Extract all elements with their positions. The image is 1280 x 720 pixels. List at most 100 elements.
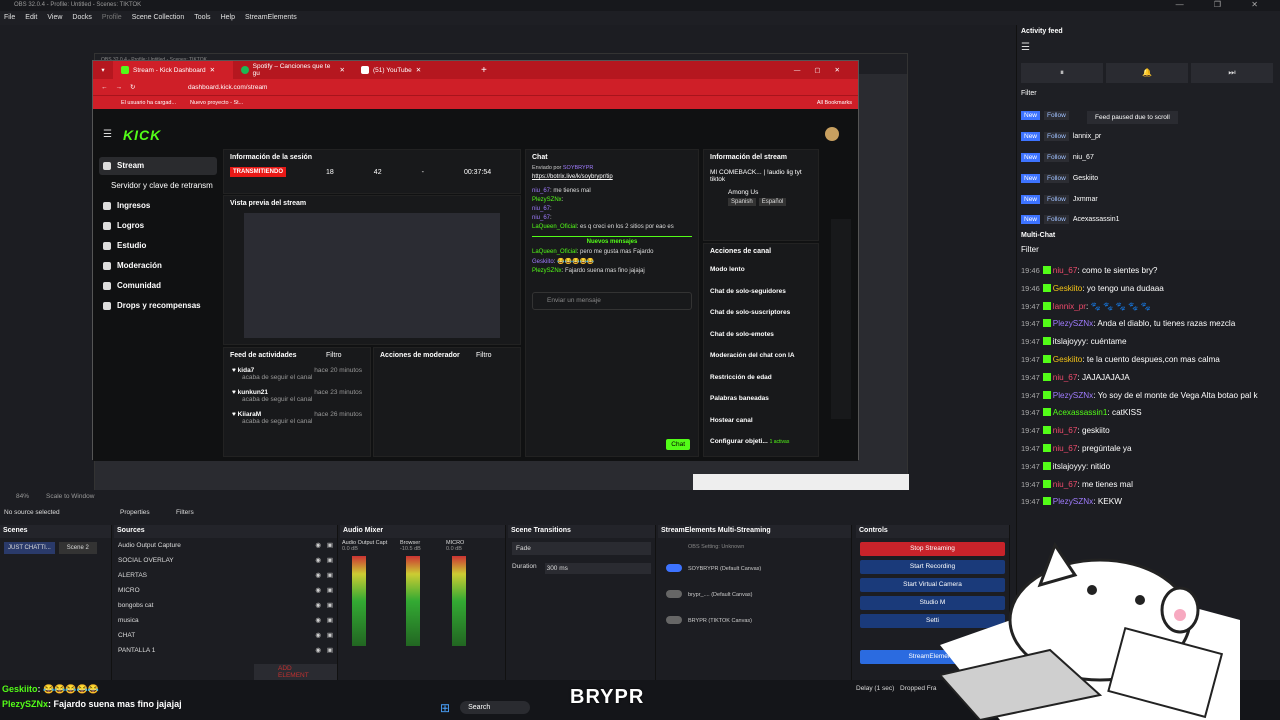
feed-filter[interactable]: Filter xyxy=(1021,90,1037,97)
lock-icon: ▣ xyxy=(326,602,333,609)
sidebar-item-server[interactable]: Servidor y clave de retransm xyxy=(111,181,213,190)
menu-profile[interactable]: Profile xyxy=(102,11,122,25)
menu-docks[interactable]: Docks xyxy=(72,11,91,25)
windows-start-icon[interactable]: ⊞ xyxy=(440,701,450,715)
pinned-link[interactable]: https://botrix.live/k/soybrypr/tip xyxy=(532,174,692,180)
action-ai-mod[interactable]: Moderación del chat con IA xyxy=(710,345,812,367)
preview-video[interactable] xyxy=(244,213,500,338)
toggle-on[interactable] xyxy=(666,564,682,572)
address-bar[interactable]: ←→↻ dashboard.kick.com/stream xyxy=(93,79,858,95)
source-item[interactable]: MICRO ◉ ▣ xyxy=(114,583,337,598)
quick-tools-rail[interactable] xyxy=(831,219,851,419)
action-banned-words[interactable]: Palabras baneadas xyxy=(710,388,812,410)
source-item[interactable]: bongobs cat ◉ ▣ xyxy=(114,598,337,613)
properties-button[interactable]: Properties xyxy=(120,509,150,516)
sidebar-item-estudio[interactable]: Estudio xyxy=(103,241,146,250)
action-age-restriction[interactable]: Restricción de edad xyxy=(710,367,812,389)
followers-count: 42 xyxy=(373,168,382,176)
multistream-dock: StreamElements Multi-Streaming OBS Setti… xyxy=(658,525,852,680)
close-icon[interactable]: ✕ xyxy=(416,66,421,74)
scene-item[interactable]: JUST CHATTI... xyxy=(4,542,55,554)
menu-streamelements[interactable]: StreamElements xyxy=(245,11,297,25)
menu-view[interactable]: View xyxy=(47,11,62,25)
lock-icon: ▣ xyxy=(326,587,333,594)
preview-canvas[interactable]: OBS 32.0.4 - Profile: Untitled - Scenes:… xyxy=(0,25,1010,512)
action-emotes-only[interactable]: Chat de solo-emotes xyxy=(710,324,812,346)
filters-button[interactable]: Filters xyxy=(176,509,194,516)
action-subs-only[interactable]: Chat de solo-suscriptores xyxy=(710,302,812,324)
hamburger-icon[interactable]: ☰ xyxy=(1021,42,1030,53)
action-goals[interactable]: Configurar objeti... 1 activas xyxy=(710,431,812,454)
zoom-level[interactable]: 84% xyxy=(16,493,29,500)
avatar[interactable] xyxy=(825,127,839,141)
source-item[interactable]: Audio Output Capture ◉ ▣ xyxy=(114,538,337,553)
sidebar-item-ingresos[interactable]: Ingresos xyxy=(103,201,150,210)
mixer-channel: MICRO 0.0 dB xyxy=(446,540,486,650)
menu-scene-collection[interactable]: Scene Collection xyxy=(132,11,185,25)
multichat-line: 19:47 PlezySZNx: Anda el diablo, tu tiene… xyxy=(1021,319,1236,329)
source-item[interactable]: CHAT ◉ ▣ xyxy=(114,628,337,643)
source-item[interactable]: PANTALLA 1 ◉ ▣ xyxy=(114,643,337,658)
bookmark-2[interactable]: Nuevo proyecto - St... xyxy=(190,100,243,106)
mod-actions-filter[interactable]: Filtro xyxy=(476,352,492,359)
chat-input[interactable]: Enviar un mensaje xyxy=(532,292,692,310)
action-followers-only[interactable]: Chat de solo-seguidores xyxy=(710,281,812,303)
eye-icon: ◉ xyxy=(315,647,321,654)
close-icon[interactable]: ✕ xyxy=(340,66,345,74)
multichat-filter[interactable]: Filter xyxy=(1017,241,1280,258)
tab-menu-icon[interactable]: ▾ xyxy=(93,66,113,74)
nav-buttons[interactable]: ←→↻ xyxy=(101,83,143,91)
sidebar-item-stream[interactable]: Stream xyxy=(103,161,144,170)
skip-icon[interactable]: ⏭ xyxy=(1191,63,1273,83)
feed-row: New Follow xyxy=(1021,111,1069,120)
kick-favicon-icon xyxy=(121,66,129,74)
action-host[interactable]: Hostear canal xyxy=(710,410,812,432)
menu-file[interactable]: File xyxy=(4,11,15,25)
toggle-off[interactable] xyxy=(666,590,682,598)
multichat-line: 19:47 niu_67: me tienes mal xyxy=(1021,479,1133,489)
menu-help[interactable]: Help xyxy=(221,11,235,25)
lock-icon: ▣ xyxy=(326,647,333,654)
chat-send-button[interactable]: Chat xyxy=(666,439,690,450)
tab-spotify[interactable]: Spotify – Canciones que te gu ✕ xyxy=(233,61,353,79)
toggle-off[interactable] xyxy=(666,616,682,624)
all-bookmarks[interactable]: All Bookmarks xyxy=(817,100,858,106)
pause-icon[interactable]: ⏸ xyxy=(1021,63,1103,83)
multistream-target: BRYPR (TIKTOK Canvas) xyxy=(658,598,851,624)
sidebar-item-comunidad[interactable]: Comunidad xyxy=(103,281,161,290)
menu-tools[interactable]: Tools xyxy=(194,11,210,25)
action-slow-mode[interactable]: Modo lento xyxy=(710,259,812,281)
transition-select[interactable]: Fade xyxy=(512,542,651,555)
source-item[interactable]: musica ◉ ▣ xyxy=(114,613,337,628)
volume-meter[interactable] xyxy=(452,556,466,646)
sidebar-item-logros[interactable]: Logros xyxy=(103,221,144,230)
sidebar-item-moderacion[interactable]: Moderación xyxy=(103,261,162,270)
scene-item[interactable]: Scene 2 xyxy=(58,542,97,554)
window-controls[interactable]: — ❐ ✕ xyxy=(1176,0,1272,9)
browser-window-controls[interactable]: —▢✕ xyxy=(794,66,858,74)
source-item[interactable]: SOCIAL OVERLAY ◉ ▣ xyxy=(114,553,337,568)
duration-input[interactable]: 300 ms xyxy=(544,563,651,574)
source-item[interactable]: ALERTAS ◉ ▣ xyxy=(114,568,337,583)
menu-edit[interactable]: Edit xyxy=(25,11,37,25)
close-icon[interactable]: ✕ xyxy=(210,66,215,74)
money-icon xyxy=(103,201,111,210)
activity-item: ♥ kida7 hace 20 minutos acaba de seguir e… xyxy=(232,367,362,381)
tab-kick[interactable]: Stream - Kick Dashboard ✕ xyxy=(113,61,233,79)
tab-youtube[interactable]: (51) YouTube ✕ xyxy=(353,61,473,79)
new-tab-icon[interactable]: + xyxy=(481,65,487,76)
multichat-line: 19:47 PlezySZNx: Yo soy de el monte de Ve… xyxy=(1021,390,1258,400)
bookmark-1[interactable]: El usuario ha cargad... xyxy=(121,100,176,106)
sidebar-item-drops[interactable]: Drops y recompensas xyxy=(103,301,201,310)
hamburger-icon[interactable]: ☰ xyxy=(103,129,112,140)
add-element-button[interactable]: ADD ELEMENT xyxy=(254,664,337,680)
scale-mode[interactable]: Scale to Window xyxy=(46,493,94,500)
volume-meter[interactable] xyxy=(406,556,420,646)
feed-row: New Follow niu_67 xyxy=(1021,153,1094,162)
bell-icon[interactable]: 🔔 xyxy=(1106,63,1188,83)
transitions-dock: Scene Transitions Fade Duration 300 ms xyxy=(508,525,656,680)
volume-meter[interactable] xyxy=(352,556,366,646)
taskbar-search[interactable]: Search xyxy=(460,701,531,714)
activity-filter[interactable]: Filtro xyxy=(326,352,342,359)
feed-row: New Follow lannix_pr xyxy=(1021,132,1101,141)
